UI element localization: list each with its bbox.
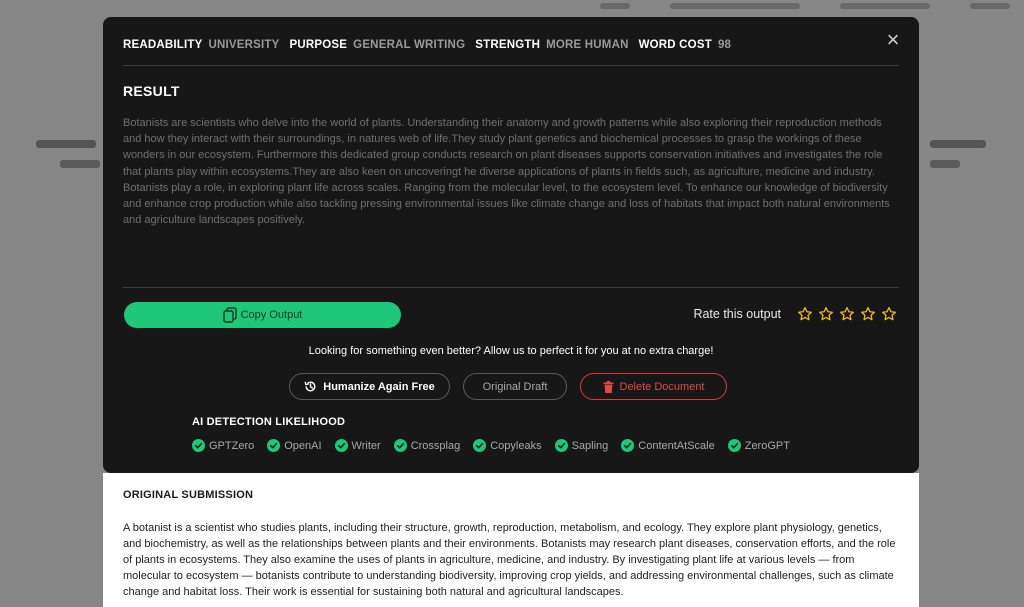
history-icon <box>304 381 316 392</box>
delete-document-button[interactable]: Delete Document <box>580 373 727 400</box>
close-icon[interactable]: × <box>883 29 903 51</box>
detector-label: ZeroGPT <box>744 439 790 452</box>
rating-stars <box>797 306 897 322</box>
result-text: Botanists are scientists who delve into … <box>123 117 890 227</box>
detector-item: OpenAI <box>267 439 322 452</box>
copy-output-label: Copy Output <box>240 309 303 321</box>
check-circle-icon <box>727 439 741 452</box>
purpose-value: GENERAL WRITING <box>353 39 466 51</box>
detector-item: ZeroGPT <box>727 439 790 452</box>
detector-label: Sapling <box>571 439 609 452</box>
original-draft-button[interactable]: Original Draft <box>463 373 567 400</box>
detector-label: OpenAI <box>284 439 322 452</box>
settings-summary: READABILITY UNIVERSITY PURPOSE GENERAL W… <box>123 39 735 51</box>
trash-icon <box>603 380 613 393</box>
delete-document-label: Delete Document <box>619 380 705 393</box>
rating: Rate this output <box>693 306 897 322</box>
original-submission-panel: ORIGINAL SUBMISSION A botanist is a scie… <box>103 473 919 607</box>
check-circle-icon <box>267 439 281 452</box>
result-title: RESULT <box>123 83 180 99</box>
star-icon[interactable] <box>860 306 876 322</box>
readability-label: READABILITY <box>123 39 203 51</box>
result-modal: READABILITY UNIVERSITY PURPOSE GENERAL W… <box>103 17 919 473</box>
detector-item: Copyleaks <box>473 439 542 452</box>
divider <box>123 287 899 288</box>
check-circle-icon <box>473 439 487 452</box>
action-buttons: Humanize Again Free Original Draft Delet… <box>289 373 727 400</box>
detector-label: Crossplag <box>410 439 461 452</box>
star-icon[interactable] <box>881 306 897 322</box>
promo-text: Looking for something even better? Allow… <box>308 345 714 357</box>
word-cost-label: WORD COST <box>638 39 712 51</box>
detector-label: GPTZero <box>209 439 255 452</box>
check-circle-icon <box>554 439 568 452</box>
ai-detection-title: AI DETECTION LIKELIHOOD <box>192 416 346 428</box>
copy-icon <box>222 307 237 323</box>
original-submission-text: A botanist is a scientist who studies pl… <box>123 522 896 598</box>
strength-label: STRENGTH <box>475 39 541 51</box>
original-draft-label: Original Draft <box>482 380 548 393</box>
check-circle-icon <box>621 439 635 452</box>
check-circle-icon <box>334 439 348 452</box>
purpose-label: PURPOSE <box>289 39 348 51</box>
copy-output-button[interactable]: Copy Output <box>124 302 401 328</box>
detector-label: Writer <box>351 439 381 452</box>
detector-label: ContentAtScale <box>638 439 715 452</box>
detector-item: ContentAtScale <box>621 439 715 452</box>
star-icon[interactable] <box>797 306 813 322</box>
rating-label: Rate this output <box>693 307 781 321</box>
detector-item: GPTZero <box>192 439 254 452</box>
star-icon[interactable] <box>818 306 834 322</box>
strength-value: MORE HUMAN <box>546 39 629 51</box>
readability-value: UNIVERSITY <box>208 39 280 51</box>
detector-item: Crossplag <box>393 439 461 452</box>
ai-detectors-list: GPTZero OpenAI Writer Crossplag Copyleaks Sap… <box>192 439 790 452</box>
star-icon[interactable] <box>839 306 855 322</box>
detector-item: Writer <box>334 439 381 452</box>
check-circle-icon <box>393 439 407 452</box>
divider <box>123 65 899 66</box>
humanize-again-button[interactable]: Humanize Again Free <box>289 373 450 400</box>
check-circle-icon <box>192 439 205 452</box>
original-submission-title: ORIGINAL SUBMISSION <box>123 489 254 501</box>
humanize-again-label: Humanize Again Free <box>323 380 435 393</box>
detector-item: Sapling <box>554 439 609 452</box>
detector-label: Copyleaks <box>490 439 542 452</box>
word-cost-value: 98 <box>717 39 732 51</box>
